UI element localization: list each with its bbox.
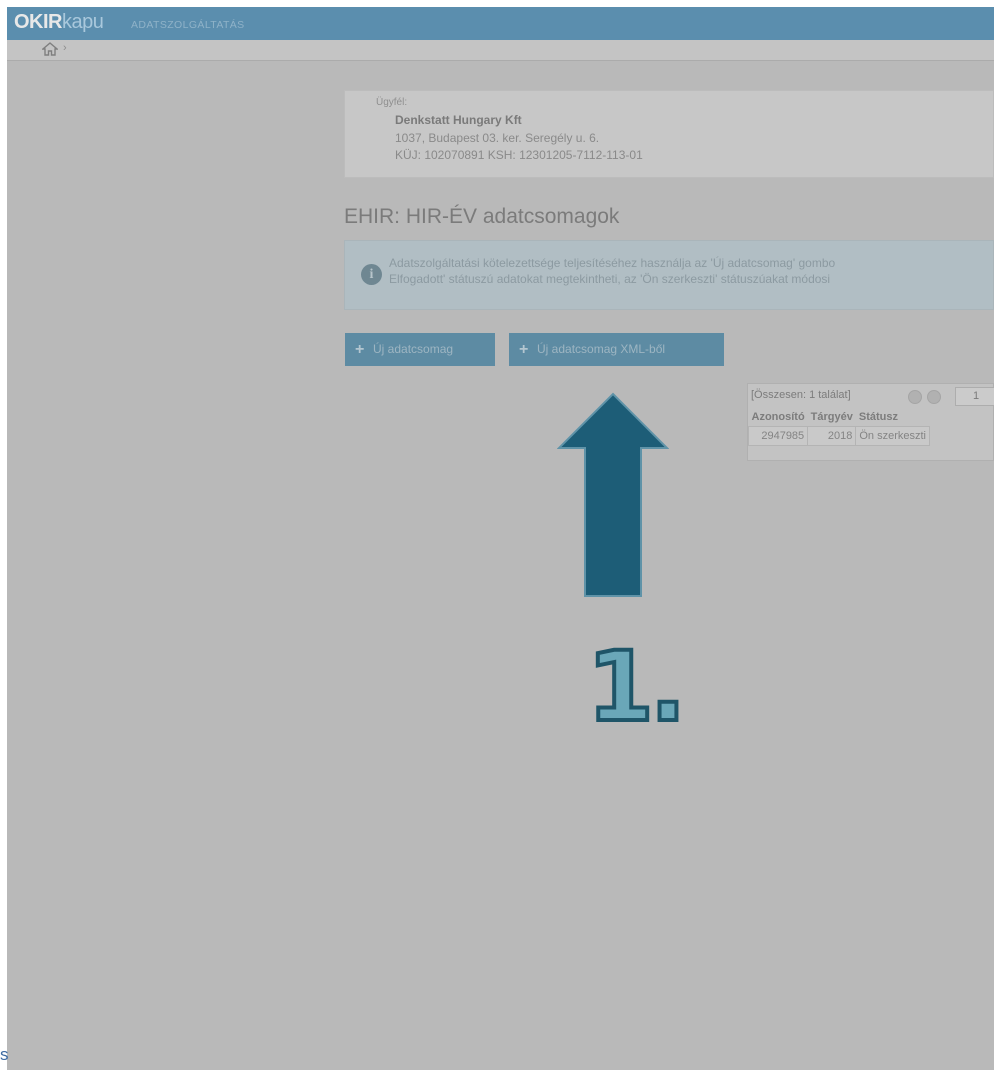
- column-header-id[interactable]: Azonosító: [749, 408, 808, 427]
- client-address: 1037, Budapest 03. ker. Seregély u. 6.: [395, 131, 600, 145]
- app-subtitle: ADATSZOLGÁLTATÁS: [131, 19, 245, 31]
- new-package-xml-button[interactable]: + Új adatcsomag XML-ből: [509, 333, 724, 366]
- home-icon[interactable]: [42, 42, 58, 56]
- cell-id: 2947985: [747, 426, 809, 446]
- prev-page-icon[interactable]: [908, 390, 922, 404]
- info-line-1: Adatszolgáltatási kötelezettsége teljesí…: [389, 256, 836, 270]
- client-name: Denkstatt Hungary Kft: [395, 113, 522, 127]
- plus-icon: +: [519, 341, 529, 358]
- info-message: i Adatszolgáltatási kötelezettsége telje…: [344, 240, 994, 310]
- column-header-year[interactable]: Tárgyév: [808, 408, 856, 427]
- breadcrumb: ›: [7, 40, 994, 61]
- breadcrumb-separator: ›: [63, 42, 67, 54]
- client-panel: Ügyfél: Denkstatt Hungary Kft 1037, Buda…: [344, 90, 994, 178]
- page-number-input[interactable]: 1: [955, 387, 994, 406]
- cell-year: 2018: [807, 426, 857, 446]
- result-count: [Összesen: 1 találat]: [751, 389, 851, 401]
- results-table: Azonosító Tárgyév Státusz 2947985 2018 Ö…: [747, 408, 931, 446]
- app-screen: OKIRkapu ADATSZOLGÁLTATÁS › Ügyfél: Denk…: [7, 7, 994, 1070]
- info-icon: i: [361, 264, 382, 285]
- table-row[interactable]: 2947985 2018 Ön szerkeszti: [747, 426, 931, 446]
- top-bar: OKIRkapu ADATSZOLGÁLTATÁS: [7, 7, 994, 40]
- pager: [Összesen: 1 találat] 1: [748, 384, 994, 408]
- new-package-label: Új adatcsomag: [373, 342, 454, 356]
- edge-text: s: [0, 1045, 9, 1064]
- up-arrow-icon: [557, 392, 669, 597]
- client-ids: KÜJ: 102070891 KSH: 12301205-7112-113-01: [395, 148, 643, 162]
- column-header-status[interactable]: Státusz: [856, 408, 930, 427]
- client-label: Ügyfél:: [376, 97, 408, 108]
- logo-light: kapu: [62, 11, 104, 33]
- cell-status: Ön szerkeszti: [855, 426, 931, 446]
- logo-strong: OKIR: [14, 11, 63, 33]
- page-title: EHIR: HIR-ÉV adatcsomagok: [344, 205, 620, 228]
- new-package-xml-label: Új adatcsomag XML-ből: [537, 342, 666, 356]
- info-line-2: Elfogadott' státuszú adatokat megtekinth…: [389, 272, 831, 286]
- next-page-icon[interactable]: [927, 390, 941, 404]
- plus-icon: +: [355, 341, 365, 358]
- new-package-button[interactable]: + Új adatcsomag: [345, 333, 495, 366]
- results-grid: [Összesen: 1 találat] 1 Azonosító Tárgyé…: [747, 383, 994, 461]
- step-number-label: 1.: [585, 631, 688, 743]
- app-logo[interactable]: OKIRkapu: [14, 11, 104, 34]
